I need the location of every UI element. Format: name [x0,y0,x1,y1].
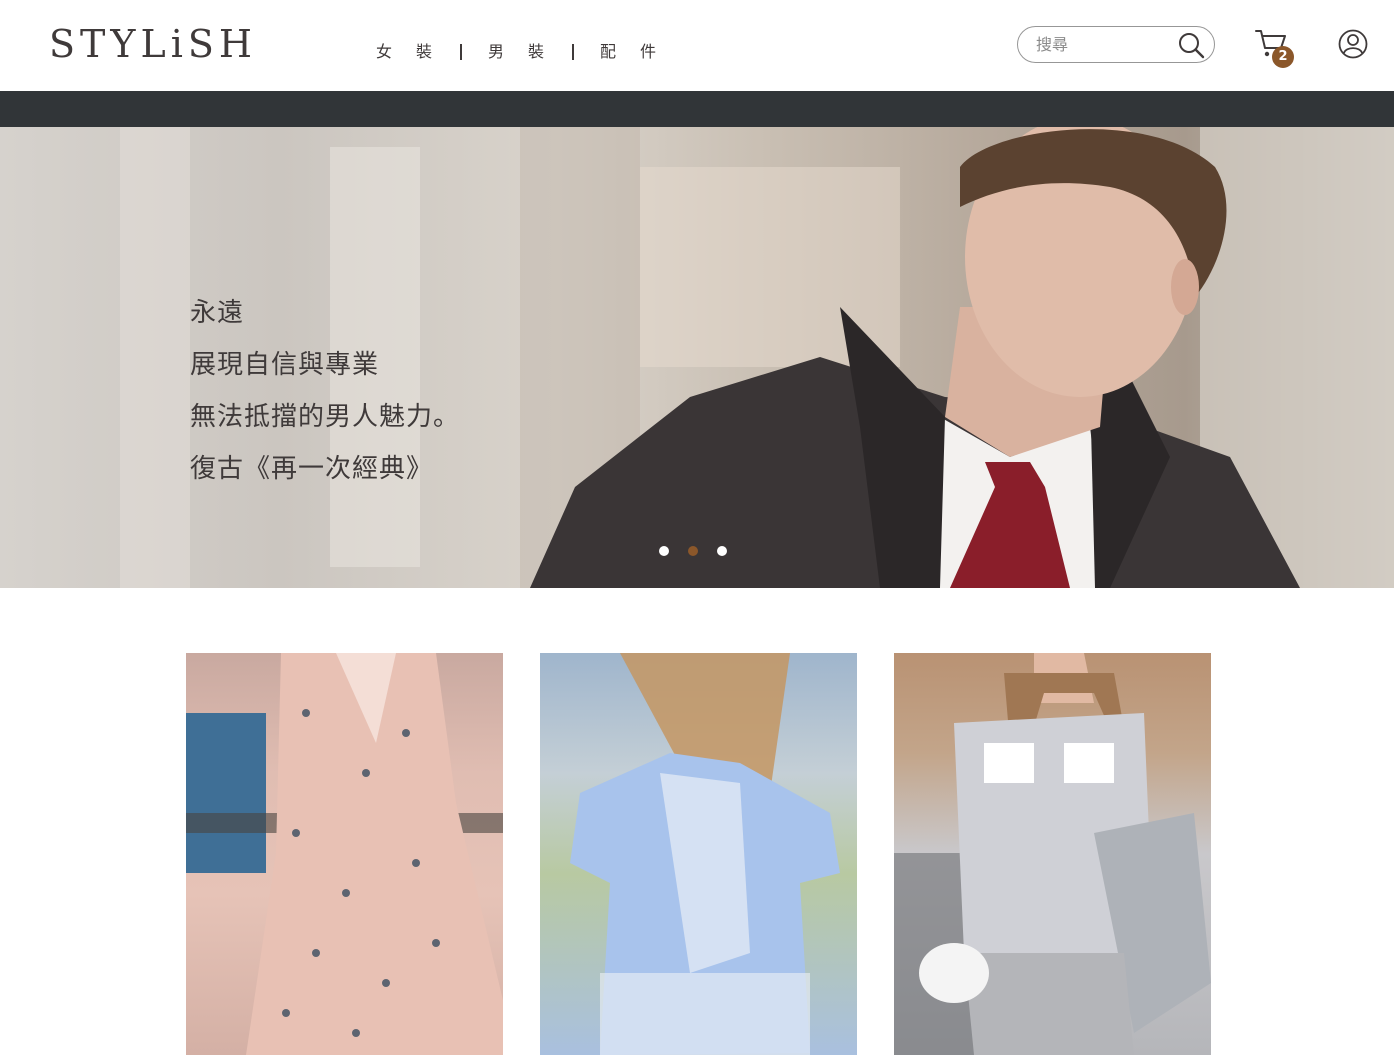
product-image [570,653,840,1055]
nav-accessories[interactable]: 配件 [600,40,680,64]
hero-line: 復古《再一次經典》 [190,454,434,484]
nav-men[interactable]: 男裝 [488,40,568,64]
product-image [894,653,1211,1055]
header-strip [0,91,1394,127]
site-logo[interactable]: STYLiSH [49,22,257,66]
product-image [186,653,503,1055]
carousel-dot[interactable] [659,546,669,556]
product-card[interactable] [540,653,857,1055]
member-icon[interactable] [1338,29,1368,59]
product-card[interactable] [186,653,503,1055]
nav-women[interactable]: 女裝 [376,40,456,64]
cart-count-badge: 2 [1272,46,1294,68]
carousel-dots [659,546,727,556]
hero-tagline: 永遠 展現自信與專業 無法抵擋的男人魅力。 復古《再一次經典》 [190,287,460,495]
main-nav: 女裝 男裝 配件 [376,40,680,64]
hero-line: 無法抵擋的男人魅力。 [190,402,461,432]
carousel-dot[interactable] [717,546,727,556]
search-box [1017,26,1215,63]
hero-line: 展現自信與專業 [190,350,380,380]
search-icon[interactable] [1176,29,1208,61]
site-header: STYLiSH 女裝 男裝 配件 2 [0,0,1394,91]
search-input[interactable] [1036,32,1176,56]
nav-divider [572,44,575,60]
hero-line: 永遠 [190,298,245,328]
product-card[interactable] [894,653,1211,1055]
hero-carousel[interactable]: 永遠 展現自信與專業 無法抵擋的男人魅力。 復古《再一次經典》 [0,127,1394,588]
carousel-dot-active[interactable] [688,546,698,556]
cart-button[interactable]: 2 [1254,28,1298,68]
nav-divider [460,44,463,60]
